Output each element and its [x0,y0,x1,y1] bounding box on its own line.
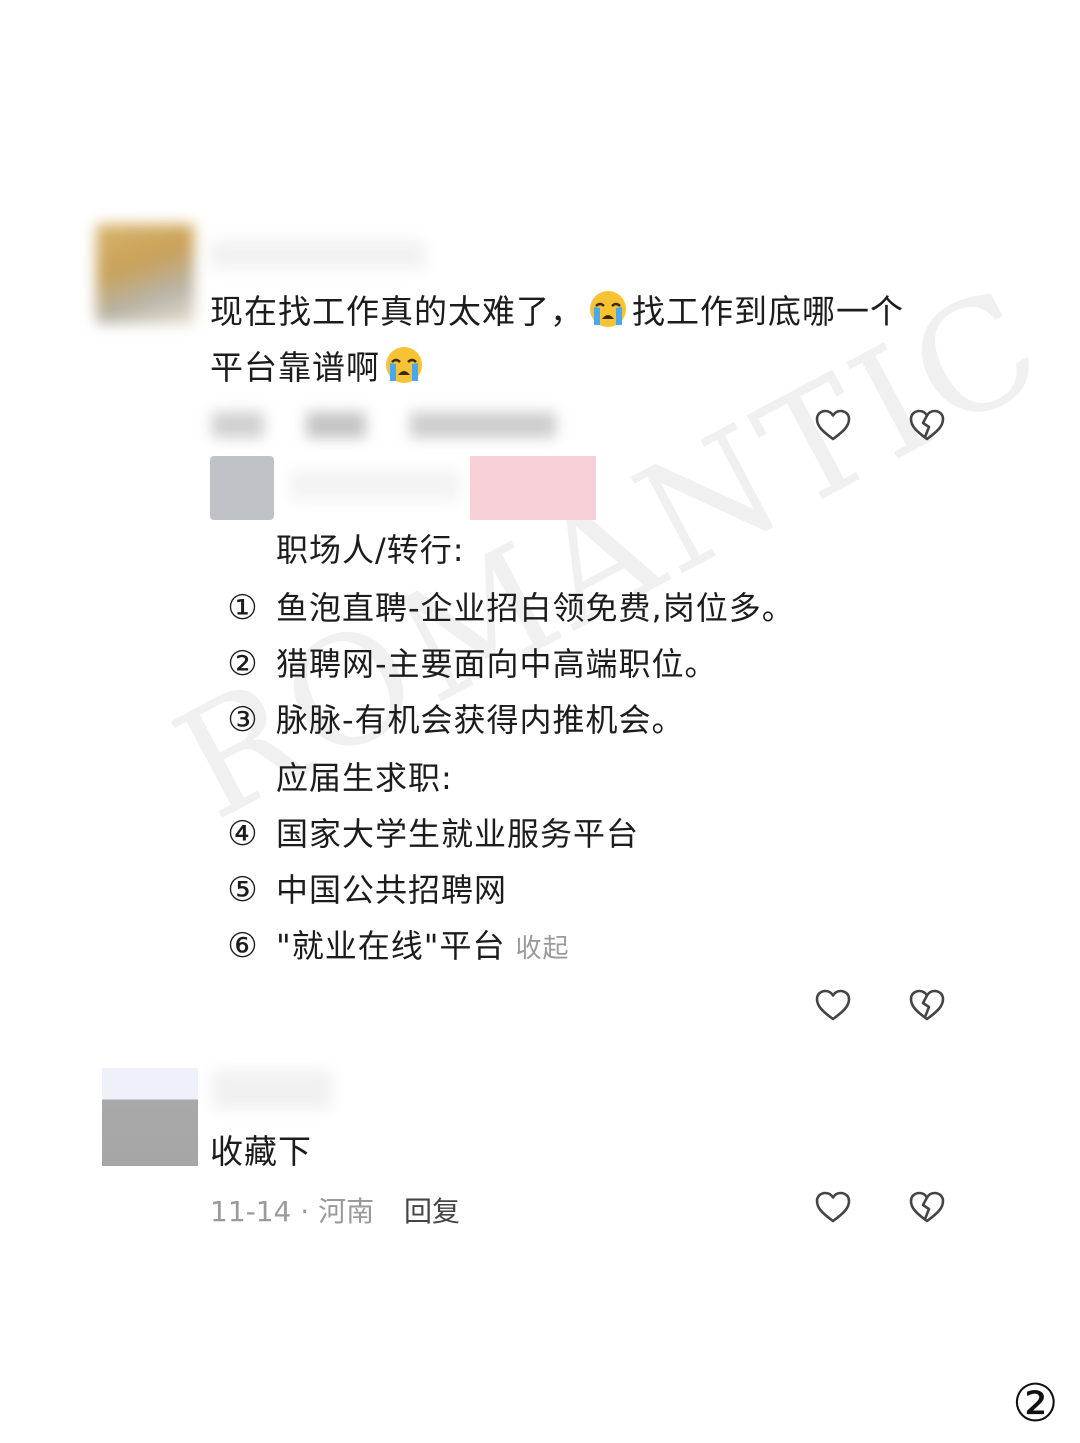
comment-text: 现在找工作真的太难了， 找工作到底哪一个 平台靠谱啊 [210,284,950,396]
list-text: 脉脉-有机会获得内推机会。 [276,701,685,739]
list-text: "就业在线"平台 [276,927,506,965]
list-number: ⑤ [227,870,259,910]
list-text: 国家大学生就业服务平台 [276,815,640,853]
dislike-broken-heart-icon[interactable] [906,404,948,446]
like-heart-icon[interactable] [812,404,854,446]
list-item: ② 猎聘网-主要面向中高端职位。 [210,636,718,692]
like-heart-icon[interactable] [812,984,854,1026]
list-number: ⑥ [227,926,259,966]
comment-text-part: 现在找工作真的太难了， [210,292,584,331]
comment-meta: 11-14 · 河南 [210,1195,375,1228]
list-text: 猎聘网-主要面向中高端职位。 [276,645,718,683]
dislike-broken-heart-icon[interactable] [906,984,948,1026]
avatar[interactable] [96,224,194,324]
comment-text: 收藏下 [210,1132,312,1171]
reply-heading-1: 职场人/转行: [276,531,465,569]
comment-text-part: 平台靠谱啊 [210,348,380,387]
reply-button[interactable] [306,412,366,438]
avatar[interactable] [102,1068,198,1166]
reply-heading-2: 应届生求职: [276,759,453,797]
list-text: 鱼泡直聘-企业招白领免费,岗位多。 [276,589,795,627]
crying-face-icon [384,345,424,385]
list-item: ⑤ 中国公共招聘网 [210,862,507,918]
dislike-broken-heart-icon[interactable] [906,1186,948,1228]
list-item: ④ 国家大学生就业服务平台 [210,806,639,862]
list-item: ③ 脉脉-有机会获得内推机会。 [210,692,685,748]
list-text: 中国公共招聘网 [276,871,508,909]
like-heart-icon[interactable] [812,1186,854,1228]
list-item: ⑥ "就业在线"平台 收起 [210,918,569,974]
list-number: ① [227,588,259,628]
reply-avatar[interactable] [210,456,274,520]
comment-text-part: 找工作到底哪一个 [632,292,904,331]
username[interactable] [212,1070,332,1110]
comment-meta [410,412,556,438]
reply-badge [470,456,596,520]
collapse-button[interactable]: 收起 [515,934,569,964]
list-number: ④ [227,814,259,854]
list-number: ② [227,644,259,684]
comment-meta [212,412,264,438]
crying-face-icon [588,289,628,329]
list-number: ③ [227,700,259,740]
list-item: ① 鱼泡直聘-企业招白领免费,岗位多。 [210,580,795,636]
page-number: ② [1012,1374,1059,1434]
reply-button[interactable]: 回复 [404,1190,460,1230]
username[interactable] [210,240,426,270]
reply-username[interactable] [290,470,460,500]
